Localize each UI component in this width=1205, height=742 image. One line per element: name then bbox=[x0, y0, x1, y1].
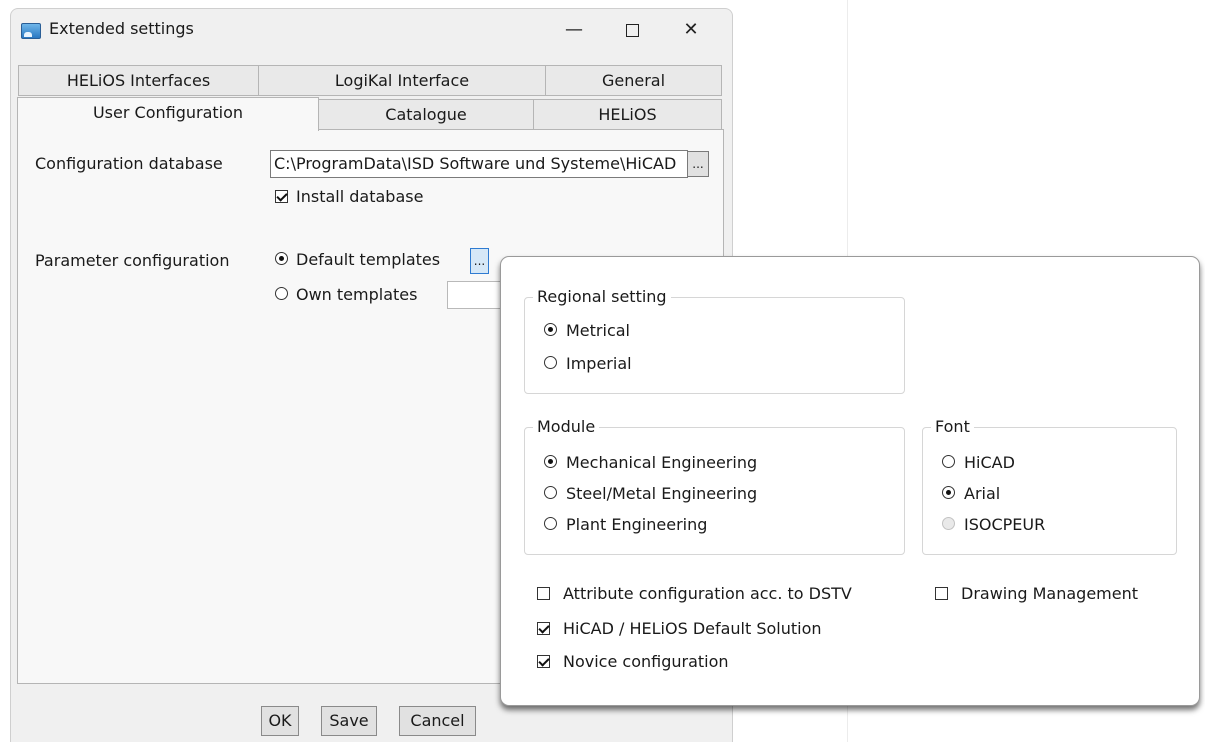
font-title: Font bbox=[931, 417, 974, 436]
hicad-font-radio[interactable] bbox=[942, 455, 955, 468]
save-button[interactable]: Save bbox=[321, 706, 377, 736]
isocpeur-font-label: ISOCPEUR bbox=[964, 515, 1046, 534]
drawing-management-checkbox[interactable] bbox=[935, 587, 948, 600]
own-templates-field[interactable] bbox=[447, 281, 507, 309]
module-title: Module bbox=[533, 417, 600, 436]
default-templates-browse-button[interactable]: ... bbox=[470, 248, 489, 274]
tab-catalogue[interactable]: Catalogue bbox=[318, 99, 534, 130]
module-group: Module Mechanical Engineering Steel/Meta… bbox=[524, 417, 905, 555]
novice-configuration-label: Novice configuration bbox=[563, 652, 729, 671]
own-templates-radio[interactable] bbox=[275, 287, 288, 300]
config-db-field[interactable]: C:\ProgramData\ISD Software und Systeme\… bbox=[270, 150, 688, 178]
imperial-label: Imperial bbox=[566, 354, 632, 373]
app-icon bbox=[21, 23, 41, 39]
configuration-popup: Regional setting Metrical Imperial Modul… bbox=[500, 256, 1200, 706]
ok-button[interactable]: OK bbox=[261, 706, 299, 736]
default-solution-checkbox[interactable] bbox=[537, 622, 550, 635]
tab-helios-interfaces[interactable]: HELiOS Interfaces bbox=[18, 65, 259, 96]
title-bar[interactable]: Extended settings — ✕ bbox=[11, 9, 732, 49]
plant-engineering-label: Plant Engineering bbox=[566, 515, 708, 534]
steel-metal-engineering-label: Steel/Metal Engineering bbox=[566, 484, 758, 503]
default-templates-radio[interactable] bbox=[275, 252, 288, 265]
drawing-management-label: Drawing Management bbox=[961, 584, 1139, 603]
regional-setting-group: Regional setting Metrical Imperial bbox=[524, 287, 905, 394]
window-title: Extended settings bbox=[49, 19, 194, 38]
imperial-radio[interactable] bbox=[544, 356, 557, 369]
close-button[interactable]: ✕ bbox=[668, 15, 714, 45]
plant-engineering-radio[interactable] bbox=[544, 517, 557, 530]
arial-font-label: Arial bbox=[964, 484, 1001, 503]
default-solution-label: HiCAD / HELiOS Default Solution bbox=[563, 619, 822, 638]
arial-font-radio[interactable] bbox=[942, 486, 955, 499]
install-db-checkbox[interactable] bbox=[275, 190, 288, 203]
metrical-radio[interactable] bbox=[544, 323, 557, 336]
param-config-label: Parameter configuration bbox=[35, 251, 230, 270]
novice-configuration-checkbox[interactable] bbox=[537, 655, 550, 668]
install-db-label: Install database bbox=[296, 187, 424, 206]
hicad-font-label: HiCAD bbox=[964, 453, 1015, 472]
tab-user-configuration[interactable]: User Configuration bbox=[17, 97, 319, 131]
own-templates-label: Own templates bbox=[296, 285, 418, 304]
attribute-dstv-checkbox[interactable] bbox=[537, 587, 550, 600]
font-group: Font HiCAD Arial ISOCPEUR bbox=[922, 417, 1177, 555]
cancel-button[interactable]: Cancel bbox=[399, 706, 476, 736]
config-db-label: Configuration database bbox=[35, 154, 223, 173]
tab-helios[interactable]: HELiOS bbox=[533, 99, 722, 130]
metrical-label: Metrical bbox=[566, 321, 630, 340]
maximize-button[interactable] bbox=[609, 15, 655, 45]
tab-logikal-interface[interactable]: LogiKal Interface bbox=[258, 65, 546, 96]
config-db-browse-button[interactable]: ... bbox=[687, 151, 709, 177]
isocpeur-font-radio bbox=[942, 517, 955, 530]
attribute-dstv-label: Attribute configuration acc. to DSTV bbox=[563, 584, 852, 603]
steel-metal-engineering-radio[interactable] bbox=[544, 486, 557, 499]
mechanical-engineering-label: Mechanical Engineering bbox=[566, 453, 758, 472]
maximize-icon bbox=[625, 23, 639, 37]
regional-setting-title: Regional setting bbox=[533, 287, 671, 306]
minimize-button[interactable]: — bbox=[551, 15, 597, 45]
tab-general[interactable]: General bbox=[545, 65, 722, 96]
default-templates-label: Default templates bbox=[296, 250, 441, 269]
mechanical-engineering-radio[interactable] bbox=[544, 455, 557, 468]
